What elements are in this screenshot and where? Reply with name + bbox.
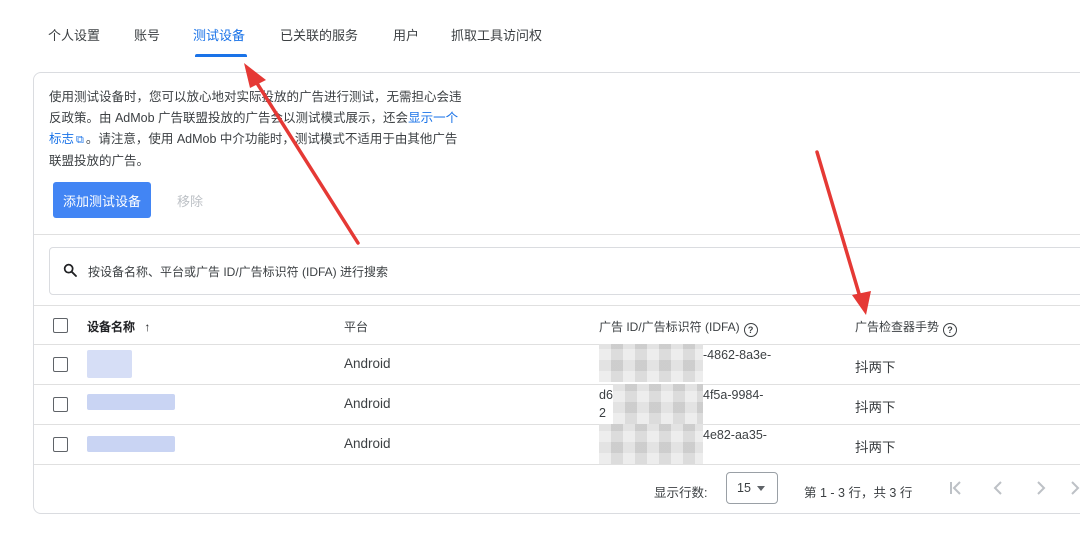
device-name-redacted [87, 394, 175, 410]
platform-cell: Android [344, 396, 391, 411]
idfa-redacted [613, 384, 703, 424]
last-page-icon[interactable] [1068, 476, 1080, 500]
help-icon[interactable]: ? [743, 323, 758, 337]
row-divider [34, 344, 1080, 345]
idfa-cell: -4862-8a3e- [703, 348, 772, 362]
pagination-range: 第 1 - 3 行，共 3 行 [804, 486, 913, 500]
tab-linked-services[interactable]: 已关联的服务 [280, 25, 358, 44]
row-divider [34, 384, 1080, 385]
divider [34, 234, 1080, 235]
next-page-icon[interactable] [1029, 476, 1053, 500]
column-header-device-name[interactable]: 设备名称 ↑ [87, 318, 150, 335]
platform-cell: Android [344, 356, 391, 371]
add-test-device-button[interactable]: 添加测试设备 [53, 182, 151, 218]
tab-test-devices[interactable]: 测试设备 [193, 25, 245, 44]
row-divider [34, 424, 1080, 425]
description-line: 使用测试设备时，您可以放心地对实际投放的广告进行测试，无需担心会违 [49, 90, 462, 104]
show-badge-link[interactable]: 显示一个 [408, 111, 458, 125]
tab-account[interactable]: 账号 [134, 25, 160, 44]
idfa-cell: 4f5a-9984- [703, 388, 764, 402]
gesture-cell: 抖两下 [855, 440, 896, 455]
remove-button[interactable]: 移除 [170, 182, 210, 218]
tab-users[interactable]: 用户 [393, 25, 419, 44]
platform-cell: Android [344, 436, 391, 451]
idfa-redacted [599, 424, 703, 464]
column-header-platform: 平台 [344, 320, 369, 334]
search-input[interactable] [86, 262, 690, 282]
description-line: 。请注意，使用 AdMob 中介功能时，测试模式不适用于由其他广告 [85, 132, 458, 146]
description-line: 反政策。由 AdMob 广告联盟投放的广告会以测试模式展示，还会 [49, 111, 409, 125]
first-page-icon[interactable] [944, 476, 968, 500]
row-checkbox[interactable] [53, 357, 68, 372]
sort-arrow-icon[interactable]: ↑ [144, 320, 150, 334]
tab-crawler-access[interactable]: 抓取工具访问权 [451, 25, 542, 44]
description-text: 使用测试设备时，您可以放心地对实际投放的广告进行测试，无需担心会违 反政策。由 … [49, 87, 509, 172]
column-header-label: 设备名称 [87, 320, 136, 334]
column-header-gesture: 广告检查器手势? [855, 318, 958, 337]
gesture-cell: 抖两下 [855, 360, 896, 375]
device-name-redacted [87, 436, 175, 452]
tab-personal-settings[interactable]: 个人设置 [48, 25, 100, 44]
description-line: 联盟投放的广告。 [49, 154, 150, 168]
idfa-line2: 2 [599, 406, 606, 420]
column-header-idfa: 广告 ID/广告标识符 (IDFA)? [599, 318, 758, 337]
idfa-redacted [599, 344, 703, 382]
rows-per-page-label: 显示行数: [654, 486, 708, 500]
search-icon [63, 263, 77, 277]
show-badge-link-cont[interactable]: 标志 [49, 132, 74, 146]
tab-bar: 个人设置 账号 测试设备 已关联的服务 用户 抓取工具访问权 [0, 0, 1080, 60]
idfa-prefix: d6 [599, 388, 613, 402]
column-header-label: 广告检查器手势 [855, 320, 940, 334]
active-tab-indicator [195, 54, 247, 57]
idfa-cell: 4e82-aa35- [703, 428, 767, 442]
rows-per-page-select[interactable]: 15 [726, 472, 778, 504]
help-icon[interactable]: ? [943, 323, 958, 337]
divider [34, 305, 1080, 306]
row-checkbox[interactable] [53, 397, 68, 412]
select-all-checkbox[interactable] [53, 318, 68, 333]
previous-page-icon[interactable] [986, 476, 1010, 500]
row-divider [34, 464, 1080, 465]
device-name-redacted [87, 350, 132, 378]
rows-per-page-value: 15 [737, 481, 751, 495]
gesture-cell: 抖两下 [855, 400, 896, 415]
row-checkbox[interactable] [53, 437, 68, 452]
chevron-down-icon [757, 486, 765, 491]
column-header-label: 广告 ID/广告标识符 (IDFA) [599, 320, 740, 334]
external-link-icon: ⧉ [76, 134, 84, 146]
